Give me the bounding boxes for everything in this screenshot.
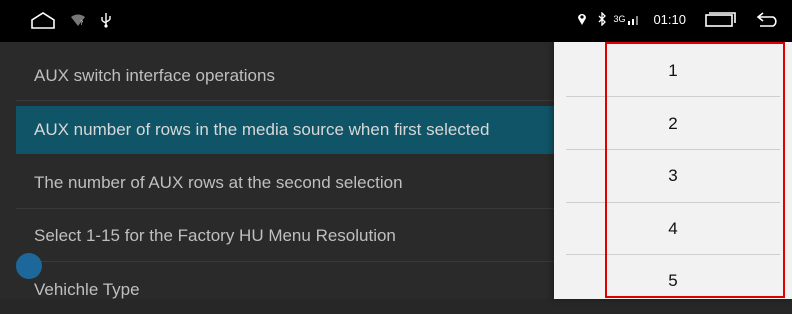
picker-option[interactable]: 4 — [566, 203, 780, 255]
picker-option-label: 1 — [668, 61, 678, 80]
settings-item-label: AUX switch interface operations — [34, 66, 275, 85]
settings-item-selected[interactable]: AUX number of rows in the media source w… — [16, 106, 576, 154]
picker-option-label: 2 — [668, 114, 678, 133]
settings-item[interactable]: The number of AUX rows at the second sel… — [16, 159, 576, 207]
picker-option[interactable]: 1 — [566, 45, 780, 97]
recents-icon[interactable] — [704, 11, 736, 27]
settings-item-label: The number of AUX rows at the second sel… — [34, 173, 403, 192]
svg-text:?: ? — [80, 20, 83, 27]
picker-option[interactable]: 5 — [566, 255, 780, 307]
signal-icon — [627, 13, 641, 25]
home-icon[interactable] — [30, 11, 56, 29]
settings-item[interactable]: Select 1-15 for the Factory HU Menu Reso… — [16, 212, 576, 260]
bluetooth-icon — [597, 12, 607, 26]
picker-option[interactable]: 3 — [566, 150, 780, 202]
picker-option-label: 5 — [668, 271, 678, 290]
location-icon — [577, 12, 587, 26]
picker-option[interactable]: 2 — [566, 98, 780, 150]
picker-option-label: 3 — [668, 166, 678, 185]
divider — [566, 96, 780, 97]
settings-item[interactable]: AUX switch interface operations — [16, 52, 576, 100]
wifi-icon: ? — [70, 13, 86, 27]
clock: 01:10 — [653, 11, 686, 27]
usb-icon — [100, 12, 112, 28]
value-picker: 1 2 3 4 5 — [554, 42, 792, 299]
divider — [16, 100, 576, 101]
divider — [16, 208, 576, 209]
settings-item[interactable]: Vehichle Type — [16, 266, 576, 314]
picker-option-label: 4 — [668, 219, 678, 238]
settings-item-label: Vehichle Type — [34, 280, 140, 299]
network-type: 3G — [613, 14, 626, 24]
settings-item-label: Select 1-15 for the Factory HU Menu Reso… — [34, 226, 396, 245]
settings-item-label: AUX number of rows in the media source w… — [34, 120, 490, 139]
back-icon[interactable] — [756, 11, 780, 27]
assistive-touch-button[interactable] — [16, 253, 42, 279]
divider — [16, 261, 576, 262]
status-bar: ? 3G 01:10 — [0, 0, 792, 42]
